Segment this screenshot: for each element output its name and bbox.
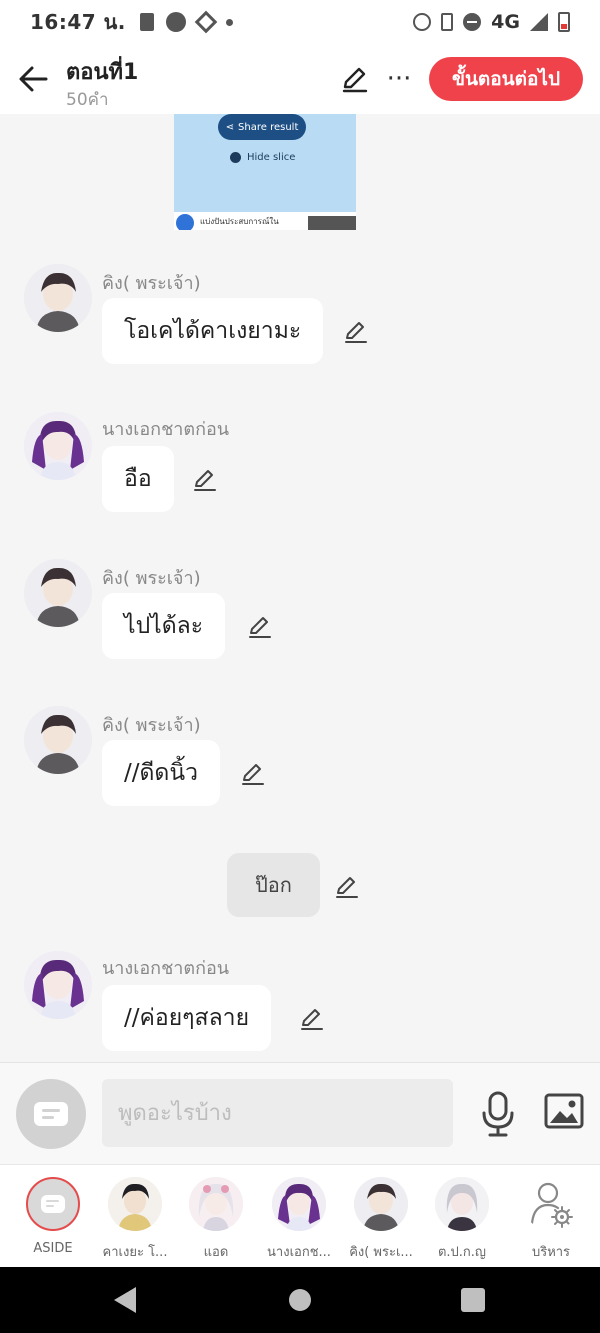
character-heroine[interactable]: นางเอกช...: [257, 1175, 341, 1261]
edit-message-icon[interactable]: [247, 613, 273, 639]
alarm-icon: [413, 13, 432, 31]
edit-narration-icon[interactable]: [334, 873, 360, 899]
avatar-king[interactable]: [24, 264, 92, 332]
diamond-notification-icon: [194, 10, 218, 34]
narration-bubble[interactable]: ป๊อก: [227, 853, 320, 917]
character-avatar: [435, 1177, 489, 1231]
system-nav-bar: [0, 1267, 600, 1333]
character-label: คาเงยะ โ...: [102, 1245, 168, 1260]
embedded-result-image[interactable]: ⋖ Share result Hide slice แบ่งปันประสบกา…: [174, 114, 356, 230]
character-label: แอด: [203, 1245, 229, 1260]
character-avatar: [272, 1177, 326, 1231]
edit-message-icon[interactable]: [240, 760, 266, 786]
edit-message-icon[interactable]: [299, 1005, 325, 1031]
share-result-pill: ⋖ Share result: [218, 114, 306, 140]
vibrate-icon: [441, 13, 454, 31]
nav-back-icon[interactable]: [114, 1287, 136, 1313]
edit-message-icon[interactable]: [192, 466, 218, 492]
aside-avatar: [26, 1177, 80, 1231]
aside-toggle-button[interactable]: [16, 1079, 86, 1149]
character-label: คิง( พระเ...: [349, 1245, 413, 1260]
message-bubble[interactable]: ไปได้ละ: [102, 593, 226, 659]
nav-recents-icon[interactable]: [461, 1288, 485, 1312]
embed-footer-text: แบ่งปันประสบการณ์ใน: [200, 216, 279, 226]
sender-name: นางเอกชาตก่อน: [102, 419, 230, 440]
avatar-king[interactable]: [24, 706, 92, 774]
character-avatar: [354, 1177, 408, 1231]
network-type: 4G: [491, 11, 520, 33]
aside-icon: [34, 1102, 68, 1126]
character-tpkn[interactable]: ต.ป.ก.ญ: [420, 1175, 504, 1261]
character-avatar: [189, 1177, 243, 1231]
avatar-king[interactable]: [24, 559, 92, 627]
pie-chart-icon: [230, 152, 241, 163]
sender-name: คิง( พระเจ้า): [102, 273, 201, 294]
manage-user-icon: [524, 1177, 578, 1231]
aside-icon: [41, 1195, 65, 1213]
app-logo-icon: [176, 214, 194, 230]
edit-message-icon[interactable]: [343, 318, 369, 344]
character-label: บริหาร: [531, 1245, 571, 1260]
message-bubble[interactable]: อือ: [102, 446, 174, 512]
next-step-button[interactable]: ขั้นตอนต่อไป: [429, 57, 583, 101]
status-right-icons: 4G: [413, 11, 570, 33]
avatar-heroine[interactable]: [24, 412, 92, 480]
microphone-icon[interactable]: [480, 1091, 516, 1137]
character-kageyama[interactable]: คาเงยะ โ...: [93, 1175, 177, 1261]
message-input[interactable]: [102, 1079, 453, 1147]
character-selector-bar: ASIDE คาเงยะ โ... แอด นางเอกช... คิง( พร…: [0, 1164, 600, 1267]
character-admin[interactable]: แอด: [174, 1175, 258, 1261]
back-arrow-icon[interactable]: [16, 62, 50, 96]
hide-slice-label: Hide slice: [247, 152, 296, 163]
hide-slice-row: Hide slice: [230, 152, 295, 163]
character-king[interactable]: คิง( พระเ...: [339, 1175, 423, 1261]
message-bubble[interactable]: //ค่อยๆสลาย: [102, 985, 272, 1051]
notification-icon: [139, 13, 154, 31]
sender-name: นางเอกชาตก่อน: [102, 958, 230, 979]
app-notification-icon: [165, 12, 186, 32]
embed-footer: แบ่งปันประสบการณ์ใน: [174, 212, 356, 230]
nav-home-icon[interactable]: [289, 1289, 311, 1311]
sender-name: คิง( พระเจ้า): [102, 715, 201, 736]
signal-icon: [530, 13, 548, 31]
chapter-title: ตอนที่1: [66, 60, 139, 85]
battery-icon: [558, 12, 570, 32]
character-label: ASIDE: [33, 1241, 73, 1256]
do-not-disturb-icon: [463, 13, 482, 31]
character-avatar: [108, 1177, 162, 1231]
character-aside[interactable]: ASIDE: [11, 1175, 95, 1261]
message-bubble[interactable]: โอเคได้คาเงยามะ: [102, 298, 324, 364]
more-notifications-icon: [225, 18, 233, 26]
sender-name: คิง( พระเจ้า): [102, 568, 201, 589]
chapter-header: ตอนที่1 50คำ ··· ขั้นตอนต่อไป: [0, 44, 600, 114]
character-label: ต.ป.ก.ญ: [437, 1245, 487, 1260]
avatar-heroine[interactable]: [24, 951, 92, 1019]
character-label: นางเอกช...: [267, 1245, 331, 1260]
embed-footer-button: [308, 216, 356, 230]
manage-characters[interactable]: บริหาร: [509, 1175, 593, 1261]
message-input-bar: [0, 1062, 600, 1164]
status-bar: 16:47 น. 4G: [0, 0, 600, 44]
status-time: 16:47 น.: [30, 10, 126, 34]
more-options-button[interactable]: ···: [384, 64, 414, 94]
word-count: 50คำ: [66, 90, 109, 110]
image-gallery-icon[interactable]: [544, 1093, 584, 1129]
share-icon: ⋖: [225, 121, 235, 133]
share-result-label: Share result: [238, 121, 299, 133]
edit-pencil-icon[interactable]: [340, 64, 370, 94]
message-bubble[interactable]: //ดีดนิ้ว: [102, 740, 221, 806]
status-left-icons: [139, 10, 233, 34]
